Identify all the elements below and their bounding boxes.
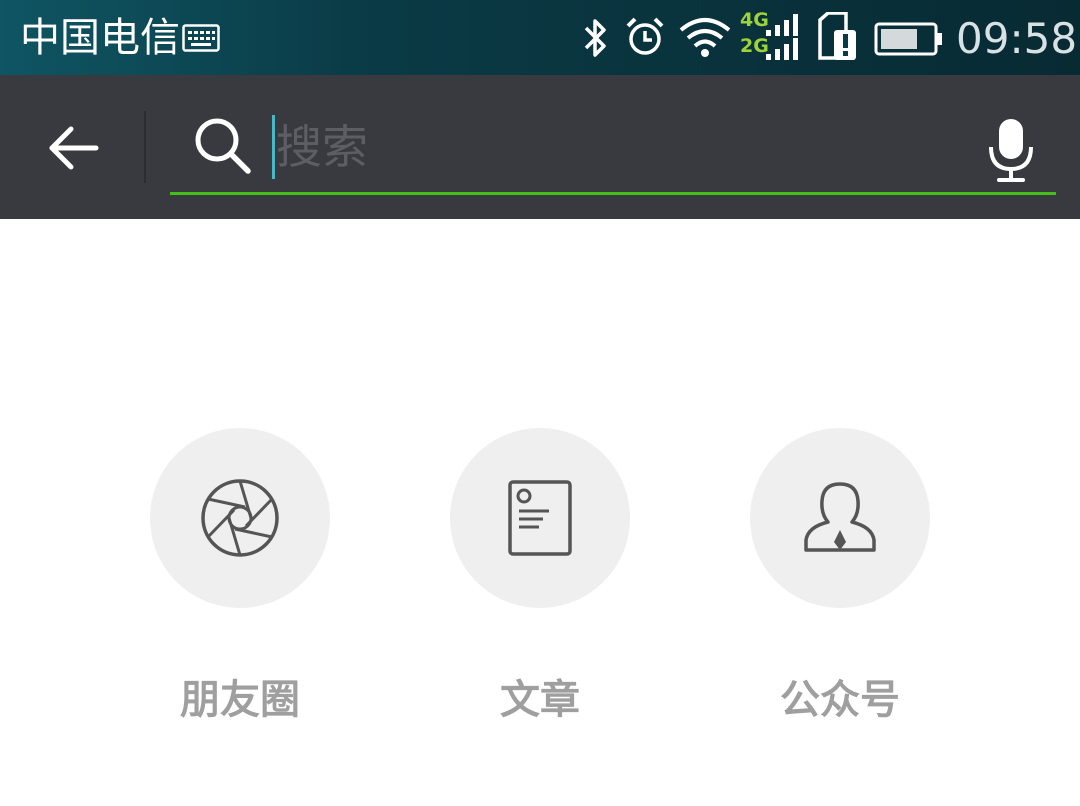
search-input[interactable] [276,111,956,183]
status-bar: 中国电信 4G 2G 09:58 [0,0,1080,75]
document-icon [508,480,572,556]
category-official-accounts[interactable]: 公众号 [750,428,930,723]
microphone-icon [989,119,1033,182]
category-circle [750,428,930,608]
category-articles[interactable]: 文章 [450,428,630,723]
carrier-name: 中国电信 [20,15,180,61]
toolbar-divider [144,111,146,183]
search-toolbar [0,75,1080,219]
wifi-icon [679,18,731,57]
category-circle [450,428,630,608]
search-icon [195,118,251,174]
camera-shutter-icon [201,479,279,557]
text-cursor [272,115,275,179]
category-label: 文章 [500,677,580,723]
category-moments[interactable]: 朋友圈 [150,428,330,723]
category-label: 朋友圈 [180,677,300,723]
person-tie-icon [804,482,876,552]
signal-icon [766,14,798,36]
category-circle [150,428,330,608]
battery-icon [874,22,942,56]
sim-alert-icon [818,12,856,60]
voice-search-button[interactable] [976,111,1046,187]
back-button[interactable] [30,105,116,191]
signal-icon [766,38,798,60]
alarm-icon [626,17,664,55]
back-arrow-icon [49,126,99,170]
keyboard-icon [182,24,220,52]
clock: 09:58 [956,14,1078,63]
bluetooth-icon [584,19,606,57]
category-label: 公众号 [780,677,900,723]
search-field[interactable] [170,103,1056,195]
